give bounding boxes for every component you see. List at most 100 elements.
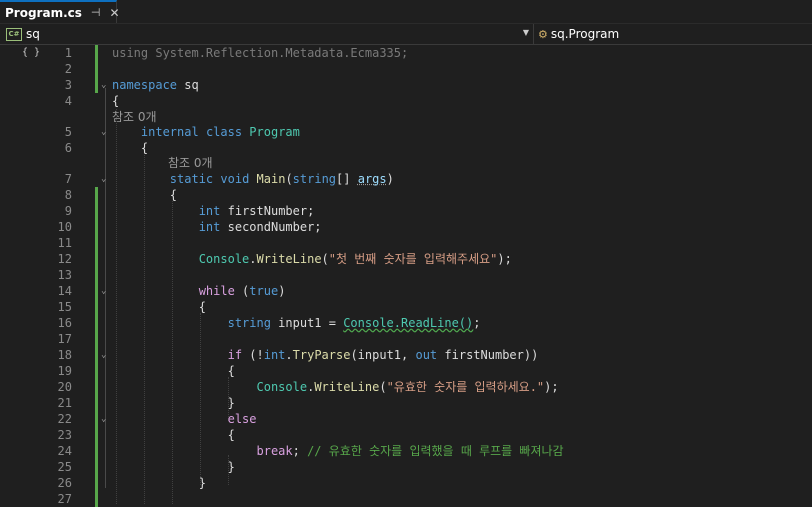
fold-toggle-icon[interactable]: ⌄ <box>101 283 106 299</box>
code-line[interactable]: 20 Console.WriteLine("유효한 숫자를 입력하세요."); <box>0 379 812 395</box>
code-token: { <box>112 141 149 155</box>
code-line[interactable]: 7 ⌄ static void Main(string[] args) <box>0 171 812 187</box>
code-text: int secondNumber; <box>112 219 322 235</box>
line-number: 4 <box>64 94 72 108</box>
change-indicator <box>95 299 98 315</box>
code-token: ( <box>234 284 250 298</box>
code-line[interactable]: 4{ <box>0 93 812 109</box>
code-token: (input1, <box>350 348 416 362</box>
project-dropdown[interactable]: C# sq ▼ <box>0 24 534 44</box>
fold-toggle-icon[interactable]: ⌄ <box>101 411 106 427</box>
code-line[interactable]: 23 { <box>0 427 812 443</box>
code-line[interactable]: 21 } <box>0 395 812 411</box>
code-line[interactable]: 8 { <box>0 187 812 203</box>
csharp-project-icon: C# <box>6 27 22 41</box>
line-number: 21 <box>57 396 72 410</box>
line-number: 7 <box>64 172 72 186</box>
code-line[interactable]: 12 Console.WriteLine("첫 번째 숫자를 입력해주세요"); <box>0 251 812 267</box>
fold-toggle-icon[interactable]: ⌄ <box>101 347 106 363</box>
code-line[interactable]: 1 using System.Reflection.Metadata.Ecma33… <box>0 45 812 61</box>
change-indicator <box>95 491 98 507</box>
code-line[interactable]: 2 <box>0 61 812 77</box>
code-token: out <box>415 348 438 362</box>
code-text: { <box>112 93 119 109</box>
line-number: 17 <box>57 332 72 346</box>
code-token: class <box>205 125 243 139</box>
code-text: namespace sq <box>112 77 199 93</box>
change-indicator <box>95 459 98 475</box>
code-token: internal <box>140 125 199 139</box>
fold-toggle-icon[interactable]: ⌄ <box>101 77 106 93</box>
code-token: Console <box>256 380 308 394</box>
change-indicator <box>95 61 98 77</box>
tab-program-cs[interactable]: Program.cs ⊣ ✕ <box>0 0 120 23</box>
code-token: ( <box>321 252 329 266</box>
code-line[interactable]: 18 ⌄ if (!int.TryParse(input1, out firstN… <box>0 347 812 363</box>
code-line[interactable]: 22 ⌄ else <box>0 411 812 427</box>
code-token: string <box>227 316 271 330</box>
code-text: internal class Program <box>112 124 300 140</box>
code-text: { <box>112 427 235 443</box>
type-dropdown[interactable]: ⚙ sq.Program <box>538 24 619 44</box>
code-token: { <box>112 188 178 202</box>
code-line[interactable]: 3 ⌄ namespace sq <box>0 77 812 93</box>
navigation-bar: C# sq ▼ ⚙ sq.Program <box>0 24 812 45</box>
fold-toggle-icon[interactable]: ⌄ <box>101 171 106 187</box>
line-number: 3 <box>64 78 72 92</box>
line-number: 16 <box>57 316 72 330</box>
line-number: 6 <box>64 141 72 155</box>
code-text: } <box>112 475 206 491</box>
line-number: 19 <box>57 364 72 378</box>
code-token: ; <box>473 316 481 330</box>
code-line[interactable]: 15 { <box>0 299 812 315</box>
line-number: 5 <box>64 125 72 139</box>
code-line[interactable]: 16 string input1 = Console.ReadLine(); <box>0 315 812 331</box>
pin-icon[interactable]: ⊣ <box>91 6 101 19</box>
code-line[interactable]: 26 } <box>0 475 812 491</box>
code-line[interactable]: 13 <box>0 267 812 283</box>
code-line[interactable]: 27 <box>0 491 812 507</box>
code-token: TryParse <box>292 348 351 362</box>
code-line[interactable]: 25 } <box>0 459 812 475</box>
code-token: true <box>249 284 279 298</box>
code-token: ); <box>497 252 512 266</box>
codelens-references-program[interactable]: 참조 0개 <box>112 108 157 125</box>
line-number: 12 <box>57 252 72 266</box>
change-indicator <box>95 379 98 395</box>
code-token: firstNumber; <box>220 204 315 218</box>
line-number: 22 <box>57 412 72 426</box>
close-icon[interactable]: ✕ <box>109 6 119 20</box>
line-number: 2 <box>64 62 72 76</box>
code-token: sq <box>177 78 199 92</box>
change-indicator <box>95 395 98 411</box>
code-token: ( <box>379 380 387 394</box>
code-line[interactable]: 17 <box>0 331 812 347</box>
change-indicator <box>95 77 98 93</box>
line-number: 24 <box>57 444 72 458</box>
code-line[interactable]: 11 <box>0 235 812 251</box>
change-indicator <box>95 251 98 267</box>
line-number: 23 <box>57 428 72 442</box>
code-line[interactable]: 6 { <box>0 140 812 156</box>
fold-toggle-icon[interactable]: ⌄ <box>101 124 106 140</box>
code-line[interactable]: 10 int secondNumber; <box>0 219 812 235</box>
code-editor[interactable]: { } 참조 0개 참조 0개 1 using System.Reflection… <box>0 45 812 507</box>
chevron-down-icon[interactable]: ▼ <box>523 28 529 37</box>
code-line[interactable]: 14 ⌄ while (true) <box>0 283 812 299</box>
codelens-references-main[interactable]: 참조 0개 <box>168 154 213 171</box>
code-line[interactable]: 5 ⌄ internal class Program <box>0 124 812 140</box>
code-text: using System.Reflection.Metadata.Ecma335… <box>112 45 408 61</box>
code-line[interactable]: 19 { <box>0 363 812 379</box>
change-indicator <box>95 443 98 459</box>
code-line[interactable]: 9 int firstNumber; <box>0 203 812 219</box>
code-line[interactable]: 24 break; // 유효한 숫자를 입력했을 때 루프를 빠져나감 <box>0 443 812 459</box>
code-text: while (true) <box>112 283 286 299</box>
change-indicator <box>95 45 98 61</box>
code-token: . <box>249 252 257 266</box>
change-indicator <box>95 331 98 347</box>
code-token: WriteLine <box>256 252 322 266</box>
line-number: 11 <box>57 236 72 250</box>
